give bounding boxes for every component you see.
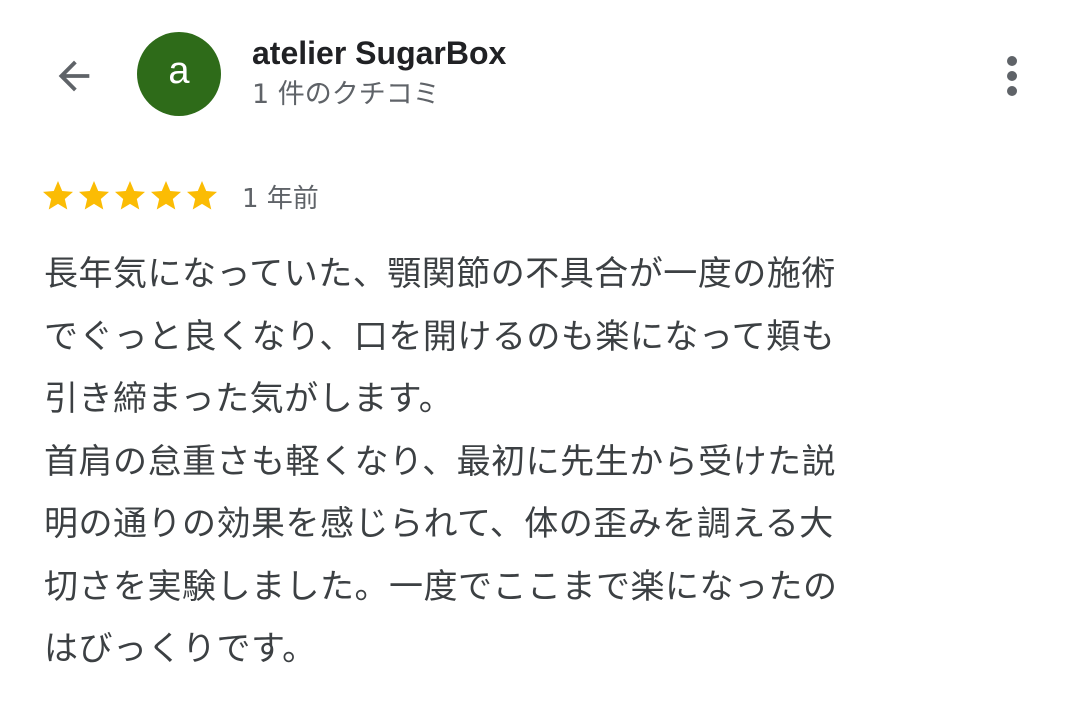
review-count: 1 件のクチコミ [252,79,440,110]
star-icon [187,181,217,210]
star-rating [40,178,220,214]
star-icon [79,181,109,210]
review-line: 切さを実験しました。一度でここまで楽になったの [44,566,838,607]
more-options-button[interactable] [984,44,1040,108]
arrow-back-icon [58,60,90,92]
review-line: はびっくりです。 [44,629,317,669]
review-line: 長年気になっていた、顎関節の不具合が一度の施術 [44,254,836,294]
app-header: a atelier SugarBox 1 件のクチコミ [0,0,1084,150]
rating-row: 1 年前 [40,176,319,216]
star-icon [151,181,181,210]
review-text: 長年気になっていた、顎関節の不具合が一度の施術 でぐっと良くなり、口を開けるのも楽… [44,243,1044,681]
avatar-letter: a [168,50,190,92]
review-line: 引き締まった気がします。 [44,379,454,419]
more-vert-icon [1007,56,1017,96]
business-name[interactable]: atelier SugarBox [252,34,506,72]
review-line: 首肩の怠重さも軽くなり、最初に先生から受けた説 [44,441,837,482]
review-line: 明の通りの効果を感じられて、体の歪みを調える大 [44,504,834,544]
back-button[interactable] [40,42,108,110]
review-timestamp: 1 年前 [242,183,319,214]
title-block: atelier SugarBox 1 件のクチコミ [252,34,506,114]
star-icon [115,181,145,210]
review-line: でぐっと良くなり、口を開けるのも楽になって頬も [44,316,836,357]
star-icon [43,181,73,210]
avatar[interactable]: a [137,32,221,116]
